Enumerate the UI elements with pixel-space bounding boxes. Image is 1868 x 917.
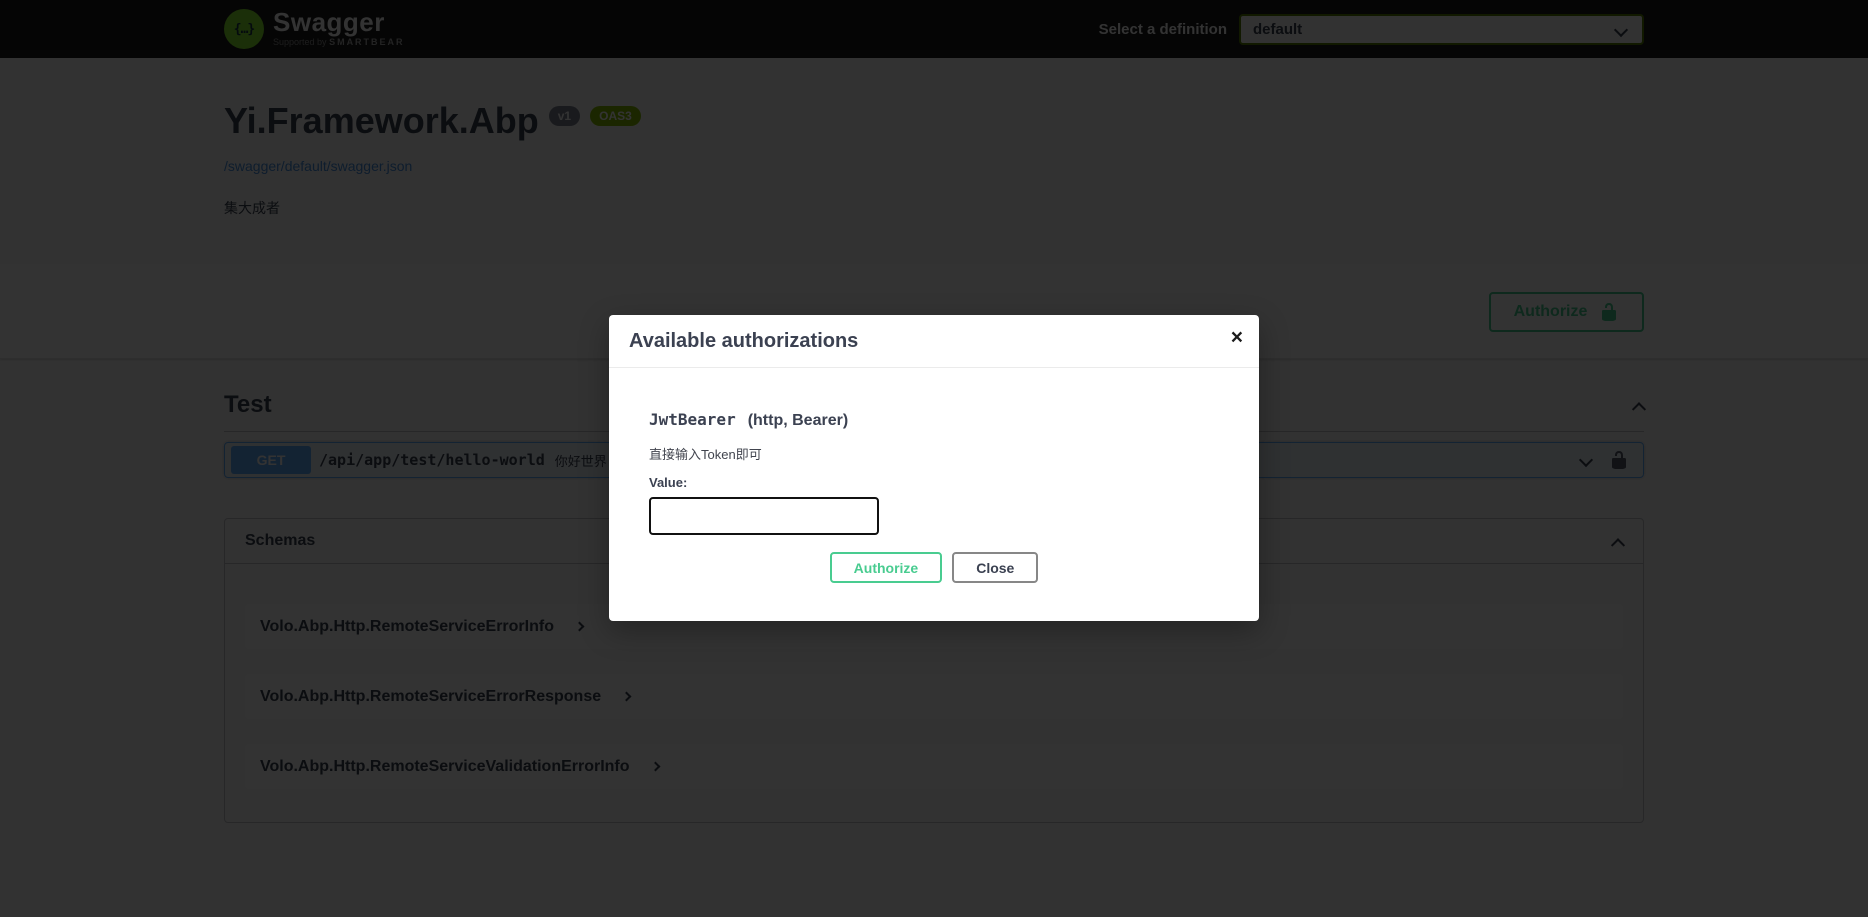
auth-scheme-name: JwtBearer xyxy=(649,410,736,429)
token-value-input[interactable] xyxy=(649,497,879,535)
modal-button-row: Authorize Close xyxy=(649,552,1219,583)
authorizations-modal: Available authorizations × JwtBearer (ht… xyxy=(609,315,1259,621)
value-label: Value: xyxy=(649,475,1219,490)
auth-scheme-description: 直接输入Token即可 xyxy=(649,444,1219,463)
auth-scheme-heading: JwtBearer (http, Bearer) xyxy=(649,410,1219,430)
modal-authorize-button[interactable]: Authorize xyxy=(830,552,943,583)
auth-scheme-type: (http, Bearer) xyxy=(748,412,848,430)
swagger-ui-page: {…} Swagger Supported by SMARTBEAR Selec… xyxy=(0,0,1868,823)
close-icon[interactable]: × xyxy=(1231,327,1243,348)
modal-header: Available authorizations × xyxy=(609,315,1259,368)
modal-title: Available authorizations xyxy=(629,329,1239,353)
modal-close-button[interactable]: Close xyxy=(952,552,1038,583)
modal-content: JwtBearer (http, Bearer) 直接输入Token即可 Val… xyxy=(609,368,1259,621)
